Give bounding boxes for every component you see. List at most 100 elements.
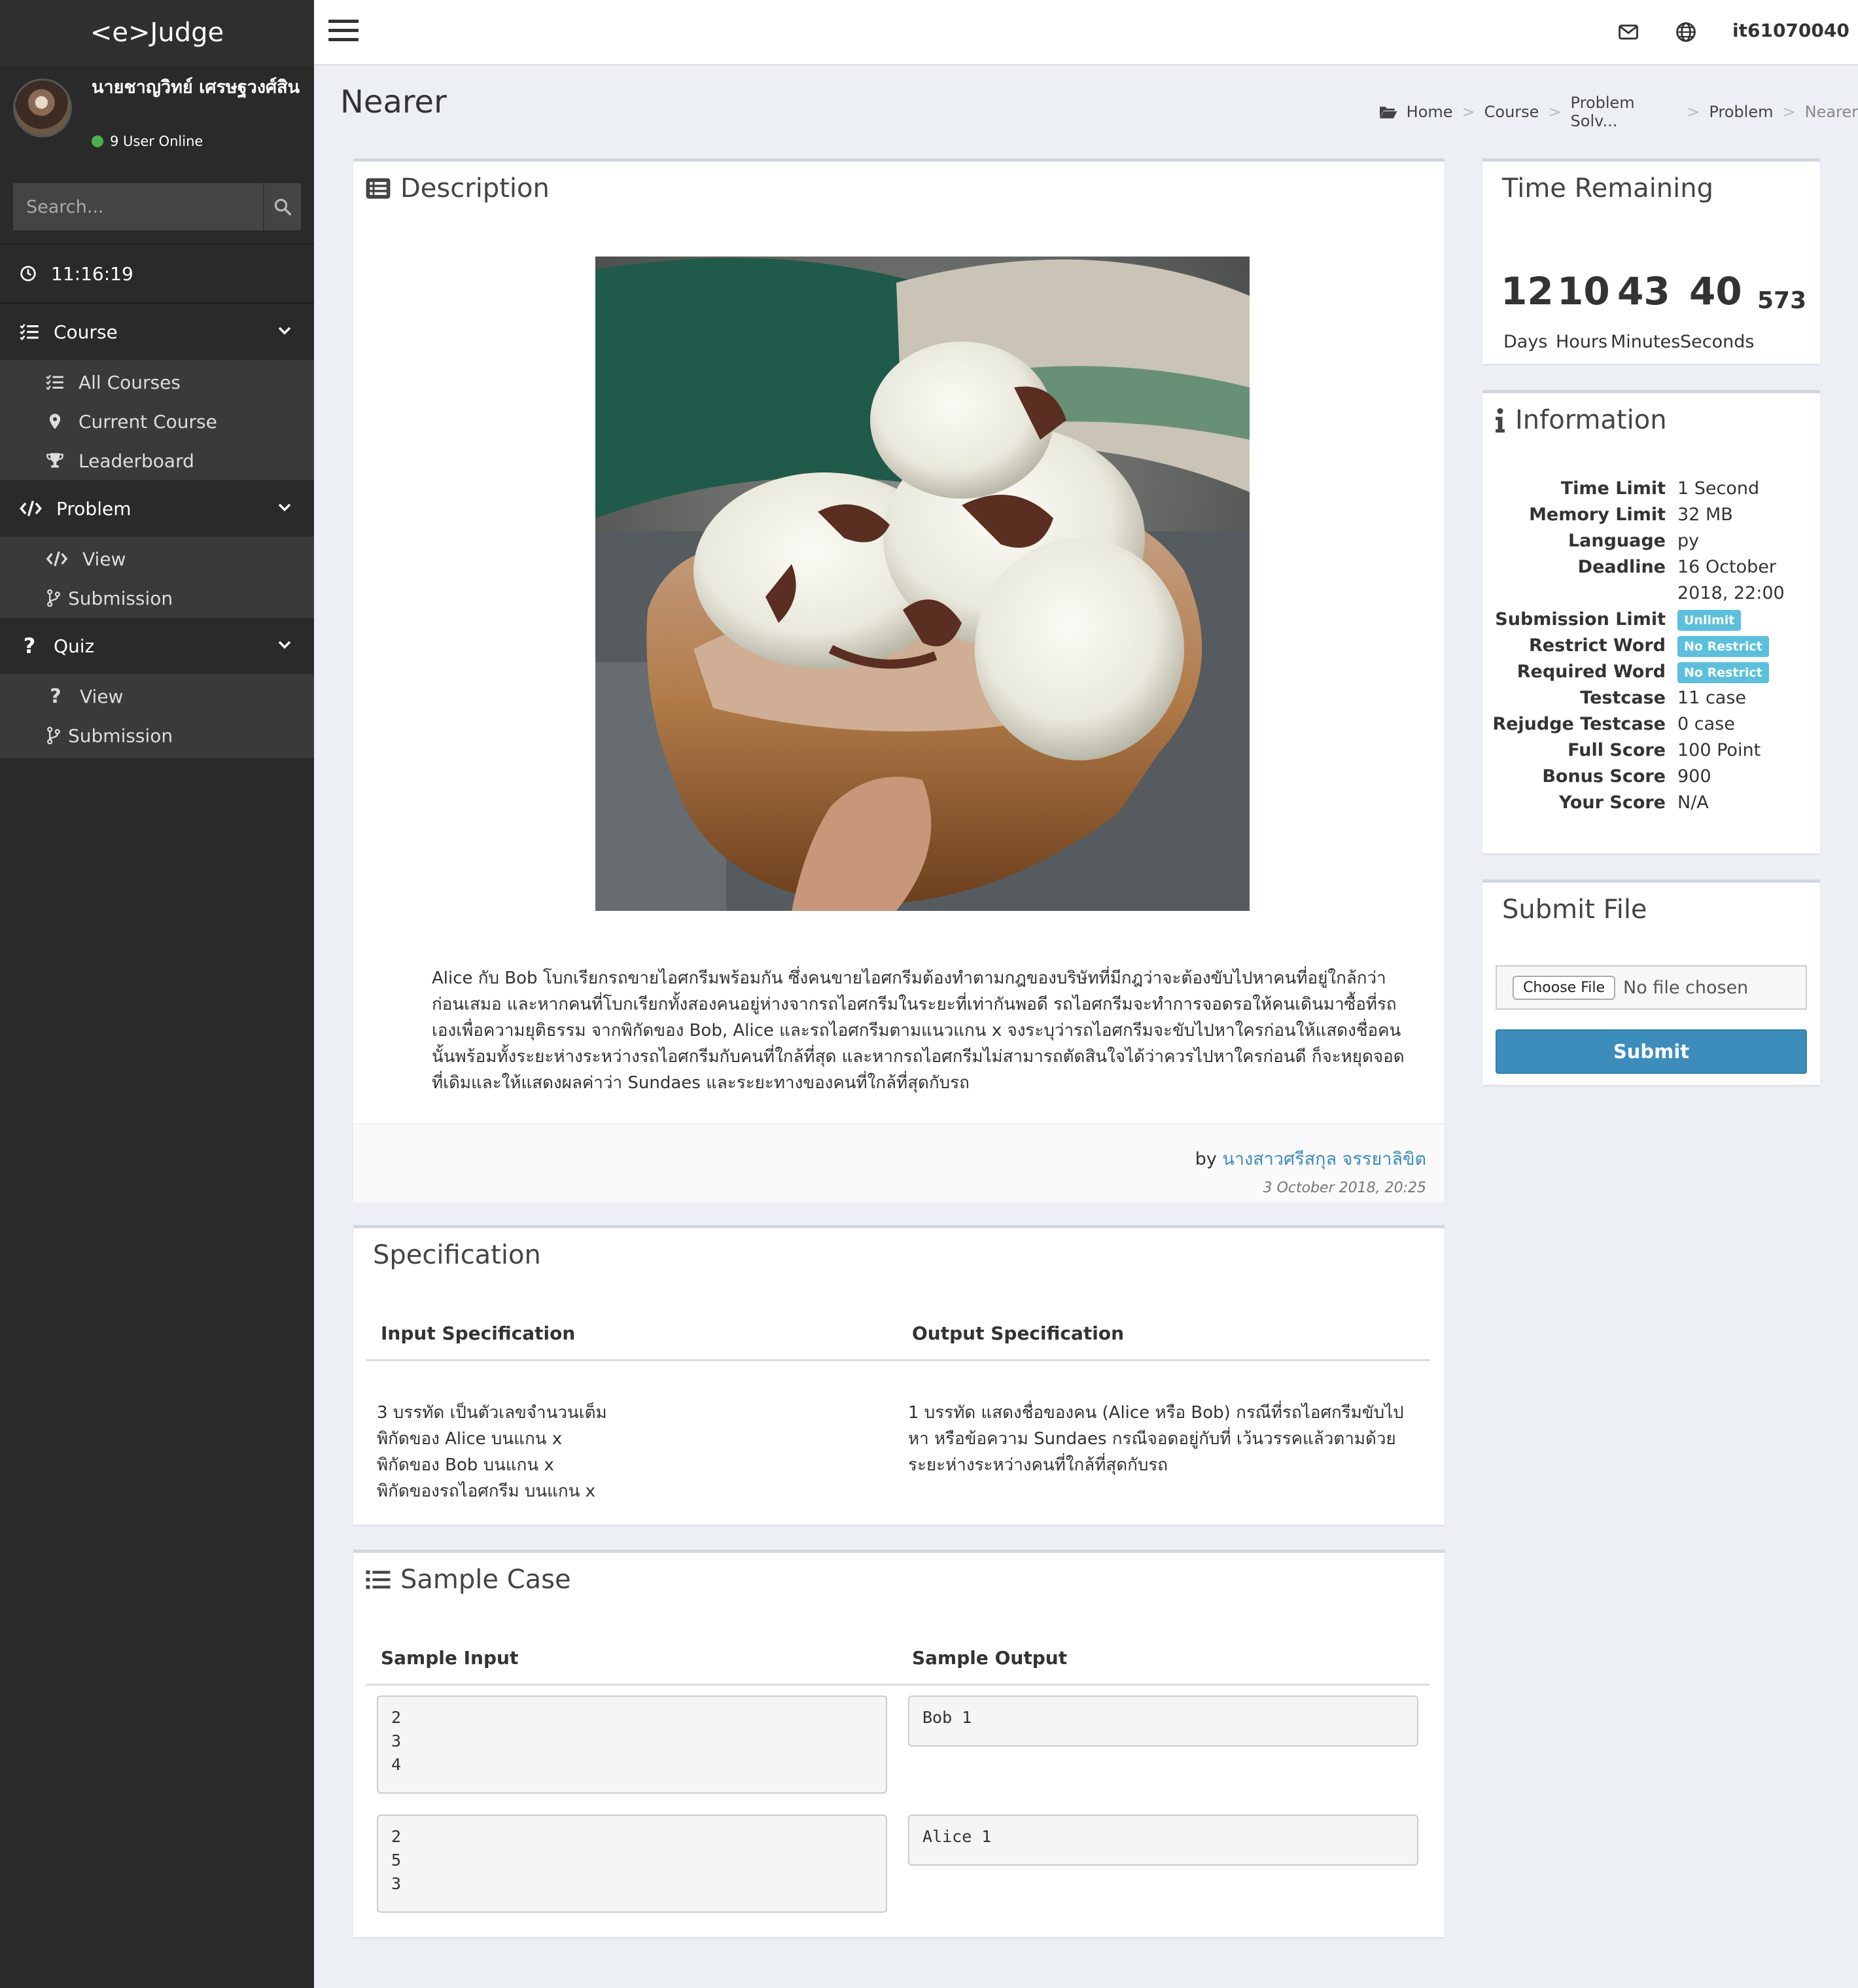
info-value: 11 case <box>1677 688 1747 708</box>
sample-input-1[interactable]: 2 3 4 <box>377 1695 887 1794</box>
sidebar-item-course[interactable]: Course <box>0 304 314 360</box>
sidebar-item-label: Leaderboard <box>79 450 194 472</box>
spec-line: พิกัดของ Bob บนแกน x <box>377 1455 554 1475</box>
description-line: นั้นพร้อมทั้งระยะห่างระหว่างรถไอศกรีมกับ… <box>432 1047 1405 1067</box>
user-menu[interactable]: it61070040 <box>1732 20 1858 41</box>
sample-case-box: Sample Case Sample Input Sample Output 2… <box>353 1550 1445 1937</box>
online-count: 9 User Online <box>110 133 203 149</box>
input-spec-text: 3 บรรทัด เป็นตัวเลขจำนวนเต็ม พิกัดของ Al… <box>377 1400 887 1504</box>
information-header: Information <box>1494 405 1667 435</box>
breadcrumb-separator: > <box>1462 103 1475 121</box>
mail-icon[interactable] <box>1617 21 1639 43</box>
sidebar-item-label: Course <box>54 321 118 343</box>
code-icon <box>46 551 68 567</box>
file-input[interactable]: Choose File No file chosen <box>1496 965 1807 1010</box>
table-divider <box>366 1684 1430 1686</box>
info-value: N/A <box>1677 792 1709 813</box>
folder-open-icon <box>1379 107 1397 118</box>
breadcrumb-course[interactable]: Course <box>1484 103 1539 121</box>
timer-days-label: Days <box>1503 332 1548 352</box>
author-link[interactable]: นางสาวศรีสกุล จรรยาลิขิต <box>1222 1149 1426 1169</box>
avatar <box>13 79 72 137</box>
info-key: Deadline <box>1577 557 1666 577</box>
chevron-down-icon <box>278 503 291 512</box>
info-value: 0 case <box>1677 714 1735 734</box>
sidebar-item-quiz[interactable]: ? Quiz <box>0 618 314 674</box>
question-icon: ? <box>23 633 36 658</box>
timer-seconds-label: Seconds <box>1680 332 1755 352</box>
spec-line: หา หรือข้อความ Sundaes กรณีจอดอยู่กับที่… <box>908 1429 1396 1449</box>
sidebar-toggle-button[interactable] <box>328 20 359 46</box>
online-status: 9 User Online <box>92 133 203 149</box>
file-status: No file chosen <box>1623 977 1749 998</box>
sample-output-2[interactable]: Alice 1 <box>908 1815 1418 1866</box>
search-button[interactable] <box>263 183 301 230</box>
spec-line: 1 บรรทัด แสดงชื่อของคน (Alice หรือ Bob) … <box>908 1403 1404 1423</box>
sidebar-section-problem: Problem View Submission <box>0 480 314 620</box>
info-key: Submission Limit <box>1495 609 1666 630</box>
breadcrumb-separator: > <box>1687 103 1700 121</box>
sidebar-item-label: Current Course <box>79 410 217 433</box>
sidebar-item-quiz-submission[interactable]: Submission <box>0 716 314 755</box>
sidebar-item-current-course[interactable]: Current Course <box>0 402 314 441</box>
submit-button[interactable]: Submit <box>1496 1029 1807 1074</box>
question-icon: ? <box>50 684 61 708</box>
info-value: py <box>1677 531 1700 551</box>
info-key: Language <box>1568 531 1666 551</box>
description-box: Description Alice กับ Bob โบกเรียกรถขายไ… <box>353 158 1445 1202</box>
info-key: Your Score <box>1558 792 1666 813</box>
sidebar-item-label: All Courses <box>79 371 181 393</box>
description-text: Alice กับ Bob โบกเรียกรถขายไอศกรีมพร้อมก… <box>432 965 1413 1096</box>
sidebar-item-problem-view[interactable]: View <box>0 539 314 578</box>
sample-output-1[interactable]: Bob 1 <box>908 1695 1418 1747</box>
info-value: No Restrict <box>1677 633 1769 659</box>
spec-line: พิกัดของ Alice บนแกน x <box>377 1429 563 1449</box>
sidebar-item-label: Submission <box>68 587 173 609</box>
list-alt-icon <box>366 178 391 199</box>
status-badge: No Restrict <box>1677 662 1769 683</box>
breadcrumb-separator: > <box>1782 103 1796 121</box>
search-icon <box>274 198 291 215</box>
sidebar-item-all-courses[interactable]: All Courses <box>0 363 314 402</box>
breadcrumb-home[interactable]: Home <box>1407 103 1453 121</box>
specification-title: Specification <box>373 1240 541 1270</box>
app-logo[interactable]: <e>Judge <box>0 0 314 65</box>
submit-file-box: Submit File Choose File No file chosen S… <box>1482 879 1820 1085</box>
breadcrumb-problem-set[interactable]: Problem Solv... <box>1571 94 1678 130</box>
info-key: Memory Limit <box>1529 505 1666 525</box>
time-remaining-box: Time Remaining 12 10 43 40 573 Days Hour… <box>1482 158 1820 364</box>
sidebar-item-problem[interactable]: Problem <box>0 480 314 537</box>
sample-input-2[interactable]: 2 5 3 <box>377 1815 887 1913</box>
description-line: ก่อนเสมอ และหากคนที่โบกเรียกทั้งสองคนอยู… <box>432 995 1397 1014</box>
hamburger-line <box>328 29 359 32</box>
choose-file-button[interactable]: Choose File <box>1513 975 1616 1000</box>
sidebar-item-label: Problem <box>56 497 131 520</box>
hamburger-line <box>328 20 359 23</box>
breadcrumb-separator: > <box>1548 103 1562 121</box>
time-remaining-title: Time Remaining <box>1502 173 1714 204</box>
online-dot-icon <box>92 135 103 147</box>
sidebar-item-leaderboard[interactable]: Leaderboard <box>0 441 314 480</box>
description-footer: by นางสาวศรีสกุล จรรยาลิขิต 3 October 20… <box>353 1124 1445 1202</box>
info-key: Full Score <box>1568 740 1666 760</box>
list-check-icon <box>20 324 39 340</box>
sidebar-item-quiz-view[interactable]: ? View <box>0 677 314 716</box>
info-key: Rejudge Testcase <box>1492 714 1666 734</box>
sidebar-item-label: View <box>82 548 126 570</box>
breadcrumb-problem[interactable]: Problem <box>1709 103 1773 121</box>
globe-icon[interactable] <box>1675 21 1697 43</box>
info-icon <box>1496 408 1505 433</box>
search-input[interactable] <box>13 183 263 230</box>
breadcrumb-current: Nearer <box>1804 103 1858 121</box>
sidebar-clock: 11:16:19 <box>0 245 314 302</box>
user-panel: นายชาญวิทย์ เศรษฐวงศ์สิน 9 User Online <box>0 65 314 157</box>
status-badge: Unlimit <box>1677 609 1742 631</box>
info-key: Time Limit <box>1560 478 1666 499</box>
information-box: Information Time Limit 1 Second Memory L… <box>1482 390 1820 853</box>
info-value: 16 October <box>1677 557 1776 577</box>
trophy-icon <box>46 453 63 468</box>
timer-minutes: 43 <box>1617 269 1670 313</box>
quiz-submenu: ? View Submission <box>0 674 314 758</box>
course-submenu: All Courses Current Course Leaderboard <box>0 360 314 483</box>
sidebar-item-problem-submission[interactable]: Submission <box>0 578 314 618</box>
